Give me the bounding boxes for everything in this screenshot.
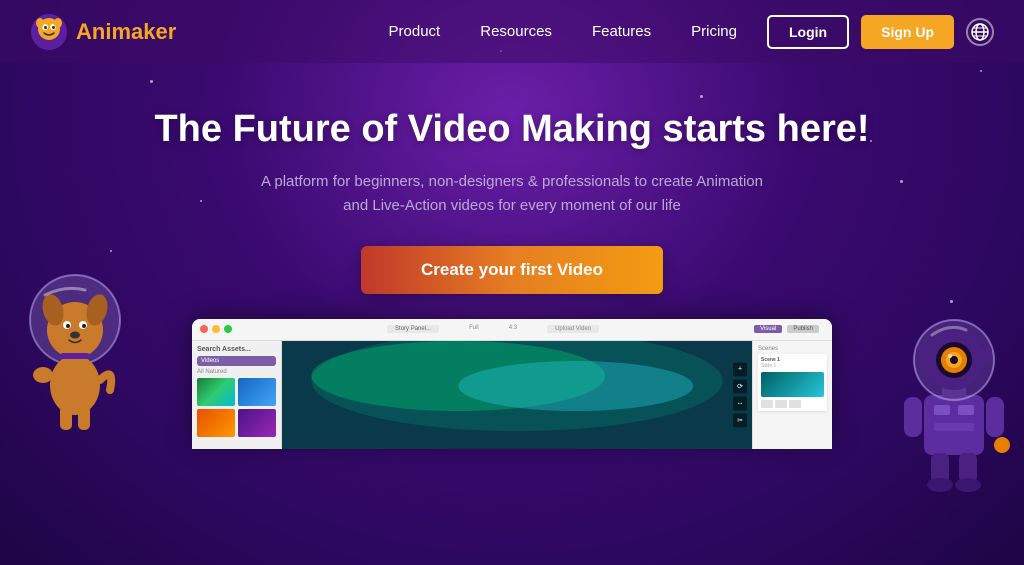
hero-subtitle-line2: and Live-Action videos for every moment … (343, 197, 681, 214)
nav-pricing[interactable]: Pricing (691, 23, 737, 40)
nav-features[interactable]: Features (592, 23, 651, 40)
sidebar-videos-item: Videos (197, 356, 276, 366)
globe-icon (971, 23, 989, 41)
brand-name: Animaker (76, 19, 176, 45)
app-canvas: + ⟳ ↔ ✂ (282, 341, 752, 449)
canvas-controls: + ⟳ ↔ ✂ (733, 362, 747, 427)
nav-actions: Login Sign Up (767, 15, 994, 49)
animaker-logo-icon (30, 13, 68, 51)
canvas-video-preview (282, 341, 752, 449)
nav-resources[interactable]: Resources (480, 23, 552, 40)
language-selector[interactable] (966, 18, 994, 46)
app-right-panel: Scenes Scene 1 Slide 1 (752, 341, 832, 449)
signup-button[interactable]: Sign Up (861, 15, 954, 49)
robot-character (894, 305, 1014, 505)
app-preview: Story Panel... Full 4:3 Upload Video Vis… (192, 319, 832, 449)
navbar: Animaker Product Resources Features Pric… (0, 0, 1024, 63)
dog-character (15, 265, 135, 445)
nav-links: Product Resources Features Pricing (389, 23, 737, 40)
logo-area[interactable]: Animaker (30, 13, 176, 51)
hero-subtitle-line1: A platform for beginners, non-designers … (261, 173, 763, 190)
cta-button[interactable]: Create your first Video (361, 246, 663, 294)
app-titlebar: Story Panel... Full 4:3 Upload Video Vis… (192, 319, 832, 341)
hero-subtitle: A platform for beginners, non-designers … (0, 170, 1024, 218)
nav-product[interactable]: Product (389, 23, 441, 40)
app-body: Search Assets... Videos All Natured (192, 341, 832, 449)
hero-section: The Future of Video Making starts here! … (0, 63, 1024, 294)
app-sidebar: Search Assets... Videos All Natured (192, 341, 282, 449)
login-button[interactable]: Login (767, 15, 849, 49)
hero-title: The Future of Video Making starts here! (0, 108, 1024, 152)
